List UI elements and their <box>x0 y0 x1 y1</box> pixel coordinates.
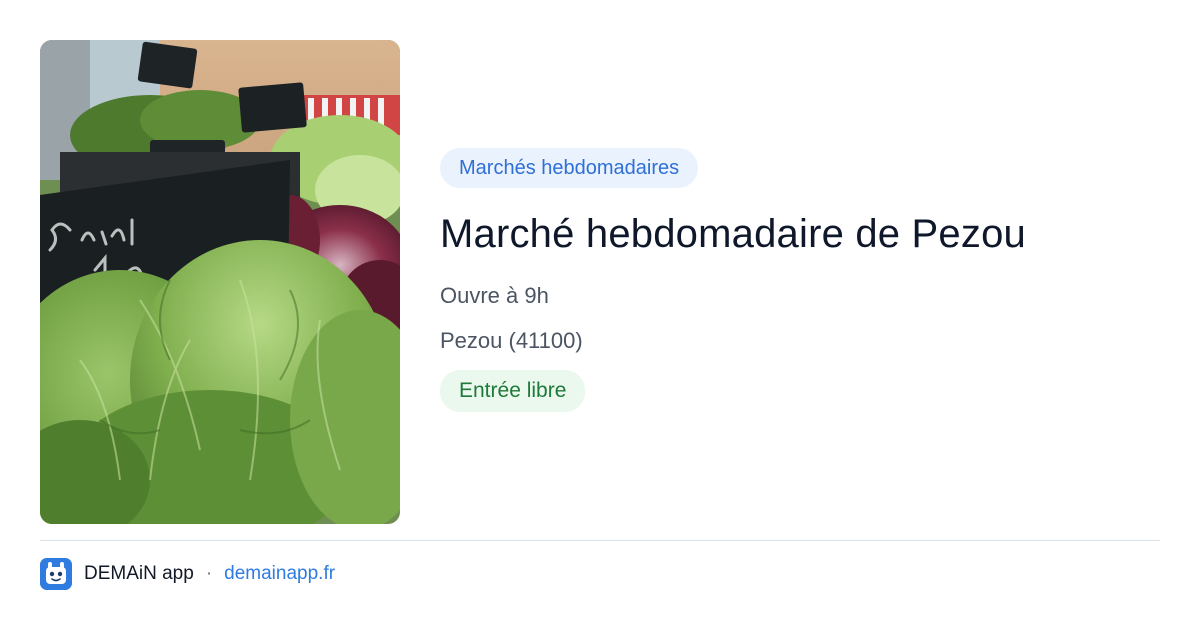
demain-app-logo-icon <box>40 558 72 590</box>
market-title: Marché hebdomadaire de Pezou <box>440 212 1026 256</box>
separator: · <box>205 563 213 584</box>
location: Pezou (41100) <box>440 328 583 353</box>
lettuce-photo-image <box>40 40 400 524</box>
category-badge[interactable]: Marchés hebdomadaires <box>440 148 699 188</box>
footer: DEMAiN app · demainapp.fr <box>40 558 335 590</box>
footer-divider <box>40 540 1160 541</box>
access-badge: Entrée libre <box>440 370 586 412</box>
app-name: DEMAiN app <box>84 563 194 584</box>
site-link[interactable]: demainapp.fr <box>224 563 335 585</box>
market-photo <box>40 40 400 524</box>
opening-time: Ouvre à 9h <box>440 283 549 308</box>
market-details: Marchés hebdomadaires Marché hebdomadair… <box>440 148 1160 412</box>
